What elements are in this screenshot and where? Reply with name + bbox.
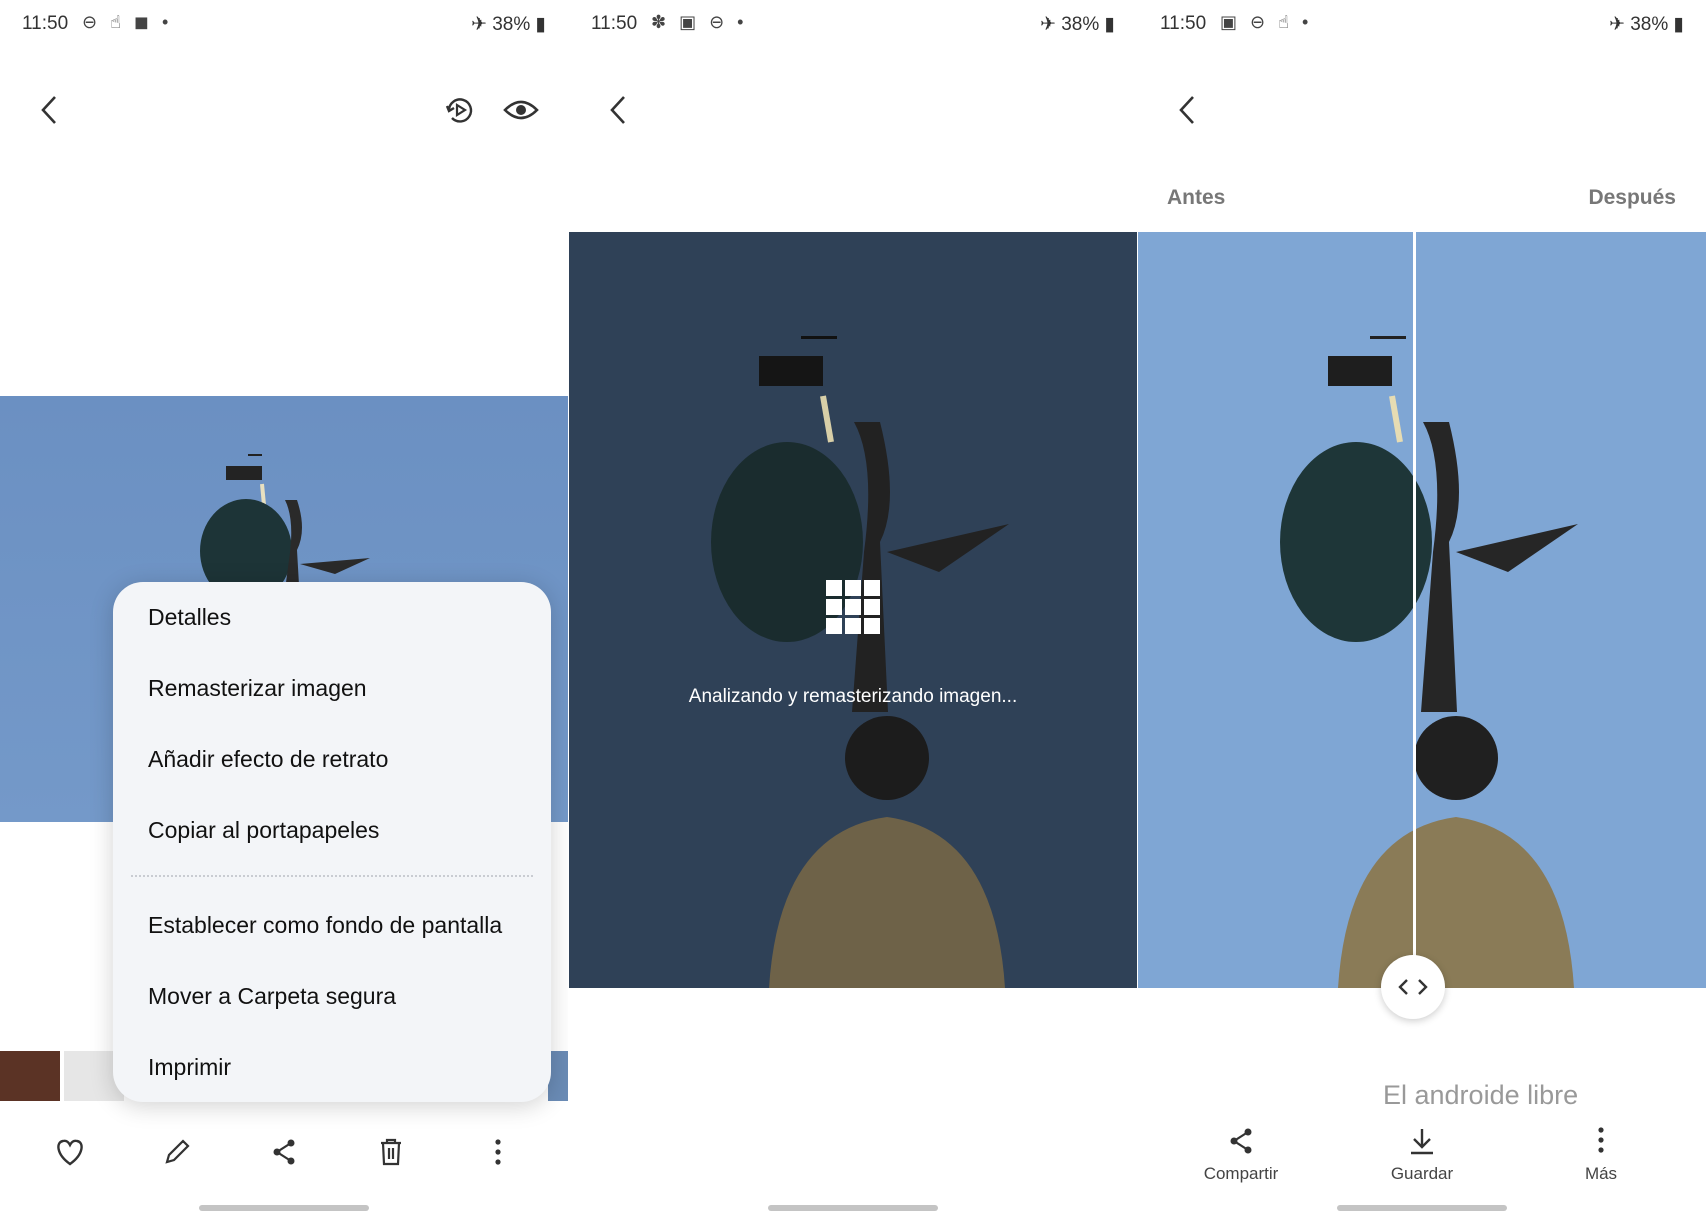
thumbnail[interactable] xyxy=(548,1051,568,1101)
status-right: ✈ 38% ▮ xyxy=(471,13,546,36)
airplane-icon: ✈ xyxy=(471,14,487,35)
menu-item-copy-clipboard[interactable]: Copiar al portapapeles xyxy=(148,817,379,844)
status-right: ✈ 38% ▮ xyxy=(1040,13,1115,36)
battery-level: 38% xyxy=(1630,14,1669,35)
context-menu: Detalles Remasterizar imagen Añadir efec… xyxy=(113,582,551,1102)
comparison-handle[interactable] xyxy=(1381,955,1445,1019)
back-icon[interactable] xyxy=(597,88,641,132)
home-indicator xyxy=(768,1205,938,1211)
gallery-viewer-panel: 11:50 ⊖ ☝ ◼ • ✈ 38% ▮ Detalles Remasteri… xyxy=(0,0,568,1219)
menu-divider xyxy=(131,875,533,877)
before-after-panel: 11:50 ▣ ⊖ ☝ • ✈ 38% ▮ Antes Después El a… xyxy=(1138,0,1706,1219)
motion-photo-icon[interactable] xyxy=(438,88,482,132)
airplane-icon: ✈ xyxy=(1040,14,1056,35)
home-indicator xyxy=(199,1205,369,1211)
label-before: Antes xyxy=(1167,186,1226,209)
back-icon[interactable] xyxy=(28,88,72,132)
status-bar: 11:50 ▣ ⊖ ☝ • ✈ 38% ▮ xyxy=(1138,0,1706,50)
status-time: 11:50 xyxy=(22,13,69,34)
action-share[interactable]: Compartir xyxy=(1176,1126,1306,1192)
eye-icon[interactable] xyxy=(499,88,543,132)
notification-icons: ✽ ▣ ⊖ • xyxy=(651,12,748,32)
back-icon[interactable] xyxy=(1166,88,1210,132)
status-right: ✈ 38% ▮ xyxy=(1609,13,1684,36)
comparison-image xyxy=(1138,232,1706,988)
battery-level: 38% xyxy=(492,14,531,35)
progress-text: Analizando y remasterizando imagen... xyxy=(688,686,1018,707)
battery-icon: ▮ xyxy=(535,14,546,35)
notification-icons: ⊖ ☝ ◼ • xyxy=(82,12,173,32)
remaster-progress-panel: 11:50 ✽ ▣ ⊖ • ✈ 38% ▮ Analizando y remas… xyxy=(569,0,1137,1219)
weathervane-statue-image xyxy=(1280,336,1578,988)
menu-item-print[interactable]: Imprimir xyxy=(148,1054,231,1081)
more-vertical-icon xyxy=(1597,1126,1605,1159)
menu-item-portrait-effect[interactable]: Añadir efecto de retrato xyxy=(148,746,388,773)
status-bar: 11:50 ✽ ▣ ⊖ • ✈ 38% ▮ xyxy=(569,0,1137,50)
status-time: 11:50 xyxy=(1160,13,1207,34)
share-label: Compartir xyxy=(1203,1164,1279,1183)
airplane-icon: ✈ xyxy=(1609,14,1625,35)
home-indicator xyxy=(1337,1205,1507,1211)
comparison-divider[interactable] xyxy=(1413,232,1416,988)
menu-item-secure-folder[interactable]: Mover a Carpeta segura xyxy=(148,983,396,1010)
pencil-icon[interactable] xyxy=(155,1130,199,1174)
loading-grid-icon xyxy=(826,580,880,634)
battery-level: 38% xyxy=(1061,14,1100,35)
status-time: 11:50 xyxy=(591,13,638,34)
share-icon[interactable] xyxy=(262,1130,306,1174)
heart-icon[interactable] xyxy=(48,1130,92,1174)
chevron-left-right-icon xyxy=(1398,979,1428,995)
save-label: Guardar xyxy=(1390,1164,1454,1183)
action-more[interactable]: Más xyxy=(1536,1126,1666,1192)
thumbnail[interactable] xyxy=(0,1051,60,1101)
more-vertical-icon[interactable] xyxy=(476,1130,520,1174)
photo-processing xyxy=(569,232,1137,988)
watermark: El androide libre xyxy=(1383,1080,1579,1110)
download-icon xyxy=(1407,1126,1437,1161)
share-icon xyxy=(1226,1126,1256,1161)
menu-item-set-wallpaper[interactable]: Establecer como fondo de pantalla xyxy=(148,912,502,939)
battery-icon: ▮ xyxy=(1673,14,1684,35)
notification-icons: ▣ ⊖ ☝ • xyxy=(1220,12,1313,32)
more-label: Más xyxy=(1584,1164,1618,1183)
menu-item-details[interactable]: Detalles xyxy=(148,604,231,631)
menu-item-remaster[interactable]: Remasterizar imagen xyxy=(148,675,367,702)
label-after: Después xyxy=(1588,186,1676,209)
status-bar: 11:50 ⊖ ☝ ◼ • ✈ 38% ▮ xyxy=(0,0,568,50)
action-save[interactable]: Guardar xyxy=(1357,1126,1487,1192)
trash-icon[interactable] xyxy=(369,1130,413,1174)
battery-icon: ▮ xyxy=(1104,14,1115,35)
